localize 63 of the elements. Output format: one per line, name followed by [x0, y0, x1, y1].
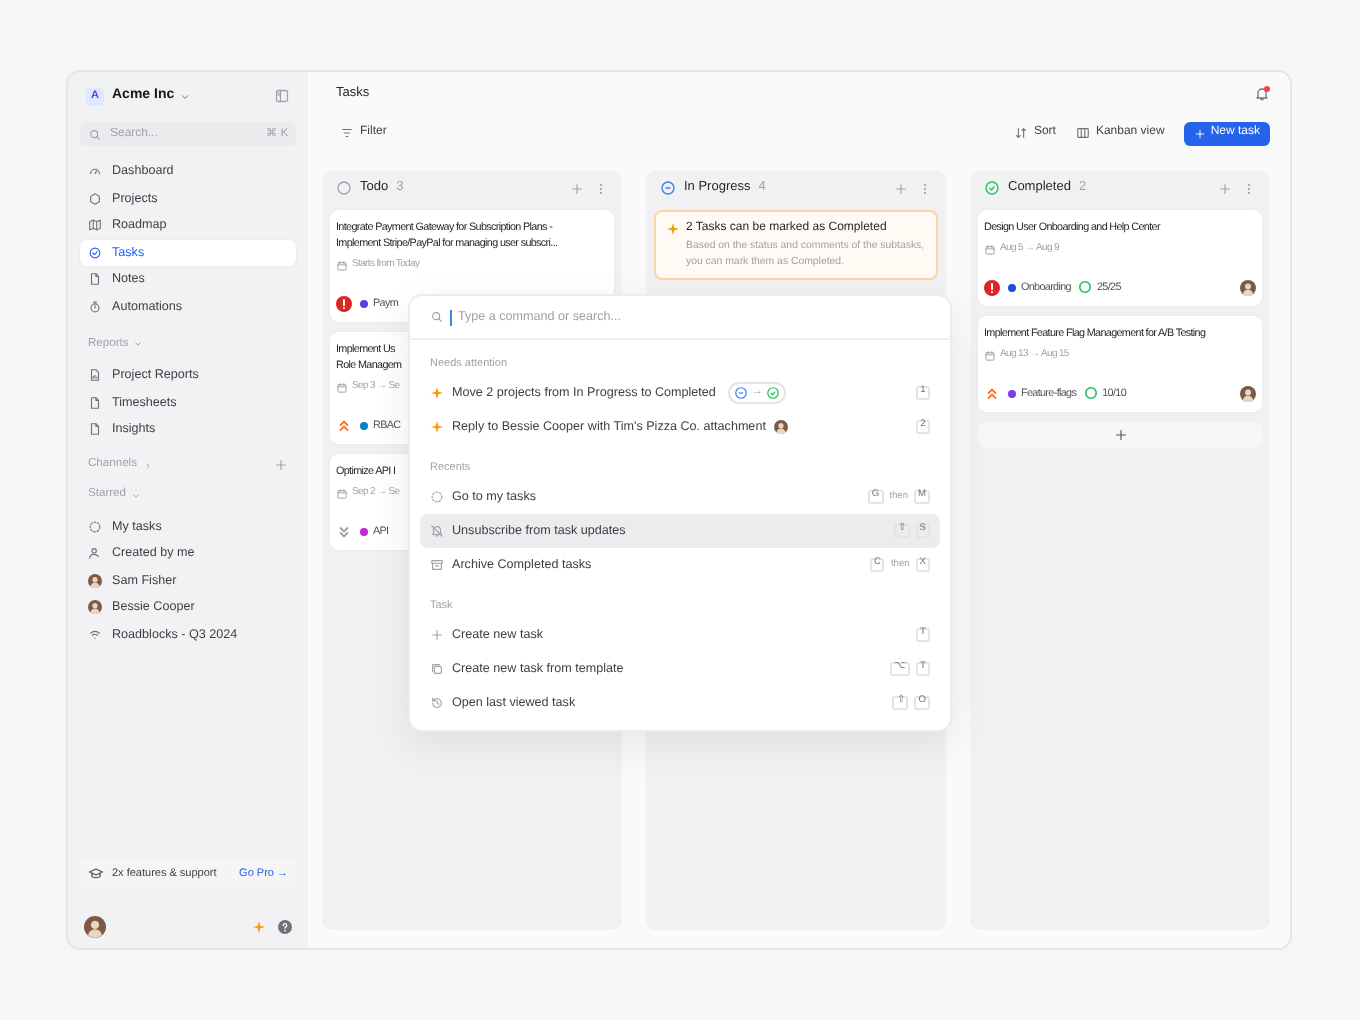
calendar-icon	[336, 260, 348, 272]
plus-icon	[1113, 428, 1127, 442]
calendar-icon	[984, 350, 996, 362]
plus-icon[interactable]	[570, 181, 584, 195]
bell-off-icon	[430, 524, 444, 538]
plus-icon[interactable]	[274, 458, 288, 472]
document-icon	[88, 395, 102, 410]
dashed-circle-icon	[430, 490, 444, 504]
plus-icon	[430, 628, 444, 642]
priority-low-icon	[336, 523, 352, 540]
priority-high-icon	[984, 385, 1000, 402]
plus-icon	[1194, 127, 1207, 139]
progress-ring	[1084, 386, 1099, 401]
map-icon	[88, 218, 102, 233]
plus-icon[interactable]	[1218, 181, 1232, 195]
sparkle-icon	[430, 386, 444, 400]
dashed-circle-icon	[88, 519, 102, 534]
help-icon[interactable]	[278, 919, 292, 933]
sort-icon	[1013, 126, 1028, 140]
add-card-button[interactable]	[978, 422, 1262, 448]
notification-icon[interactable]	[1254, 86, 1270, 102]
stopwatch-icon	[88, 299, 102, 314]
search-icon	[88, 127, 102, 141]
signal-icon	[88, 627, 102, 642]
calendar-icon	[336, 382, 348, 394]
progress-ring	[1078, 280, 1093, 295]
avatar	[88, 573, 102, 588]
chevron-down-icon	[178, 89, 193, 103]
urgent-icon	[336, 295, 352, 312]
columns-icon	[1075, 126, 1090, 140]
sparkle-icon	[430, 420, 444, 434]
search-icon	[430, 310, 444, 324]
check-circle-icon	[984, 180, 1000, 196]
copy-icon	[430, 662, 444, 676]
text-cursor	[450, 309, 452, 325]
sparkle-icon	[666, 221, 680, 235]
chevron-down-icon	[132, 338, 145, 350]
calendar-icon	[984, 244, 996, 256]
calendar-icon	[336, 488, 348, 500]
check-circle-icon	[766, 386, 781, 400]
document-icon	[88, 272, 102, 287]
document-icon	[88, 422, 102, 437]
check-circle-icon	[88, 245, 102, 260]
graduation-cap-icon	[88, 866, 104, 882]
urgent-icon	[984, 279, 1000, 296]
archive-icon	[430, 558, 444, 572]
chart-document-icon	[88, 368, 102, 383]
progress-circle-icon	[660, 180, 676, 196]
hexagon-icon	[88, 191, 102, 206]
sparkle-icon	[252, 919, 266, 933]
filter-icon	[340, 126, 354, 140]
progress-circle-icon	[733, 386, 748, 400]
avatar	[84, 915, 106, 937]
history-icon	[430, 696, 444, 710]
sidebar-toggle-icon[interactable]	[274, 88, 290, 104]
chevron-right-icon	[141, 459, 153, 471]
avatar	[88, 600, 102, 615]
user-icon	[88, 546, 102, 561]
plus-icon[interactable]	[894, 181, 908, 195]
gauge-icon	[88, 164, 102, 179]
chevron-down-icon	[130, 489, 143, 501]
priority-high-icon	[336, 417, 352, 434]
status-circle-icon	[336, 180, 352, 196]
